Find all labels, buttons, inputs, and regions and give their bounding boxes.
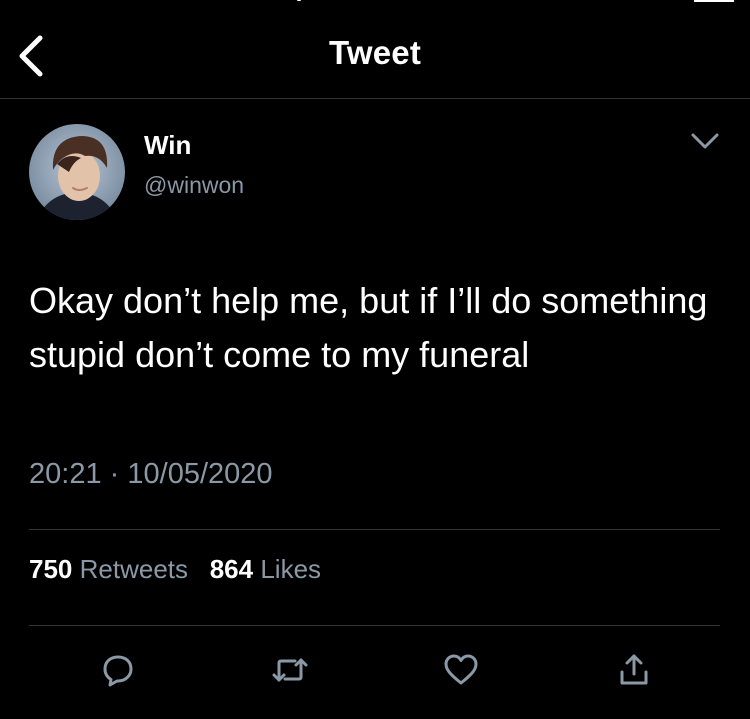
author-name[interactable]: Win [144,130,191,161]
reply-icon [103,655,133,687]
tweet-date[interactable]: 10/05/2020 [127,458,272,490]
likes-count: 864 [209,554,254,584]
likes-label: Likes [260,554,322,584]
like-icon [444,654,478,685]
retweet-icon [272,658,308,682]
tweet-text: Okay don’t help me, but if I’ll do somet… [29,280,708,375]
author-handle[interactable]: @winwon [144,172,244,199]
chevron-down-icon [691,133,719,149]
likes-stat[interactable]: 864 Likes [210,554,321,584]
reply-button[interactable] [96,648,140,692]
retweets-stat[interactable]: 750 Retweets [29,554,195,584]
like-button[interactable] [439,648,483,692]
divider [29,625,720,626]
share-icon [620,654,648,685]
avatar[interactable] [29,124,125,220]
status-indicator [297,0,301,1]
top-bar: Tweet [0,0,750,99]
tweet-time[interactable]: 20:21 [29,458,102,490]
share-button[interactable] [612,648,656,692]
status-indicator [694,0,734,2]
tweet-stats: 750 Retweets 864 Likes [29,554,321,585]
avatar-image [29,124,125,220]
page-title: Tweet [328,34,422,71]
retweets-label: Retweets [79,554,189,584]
retweets-count: 750 [29,554,73,584]
meta-separator: · [109,458,120,490]
tweet-menu-button[interactable] [684,124,726,158]
tweet-timestamp: 20:21 · 10/05/2020 [29,458,273,491]
retweet-button[interactable] [268,648,312,692]
divider [29,529,720,530]
